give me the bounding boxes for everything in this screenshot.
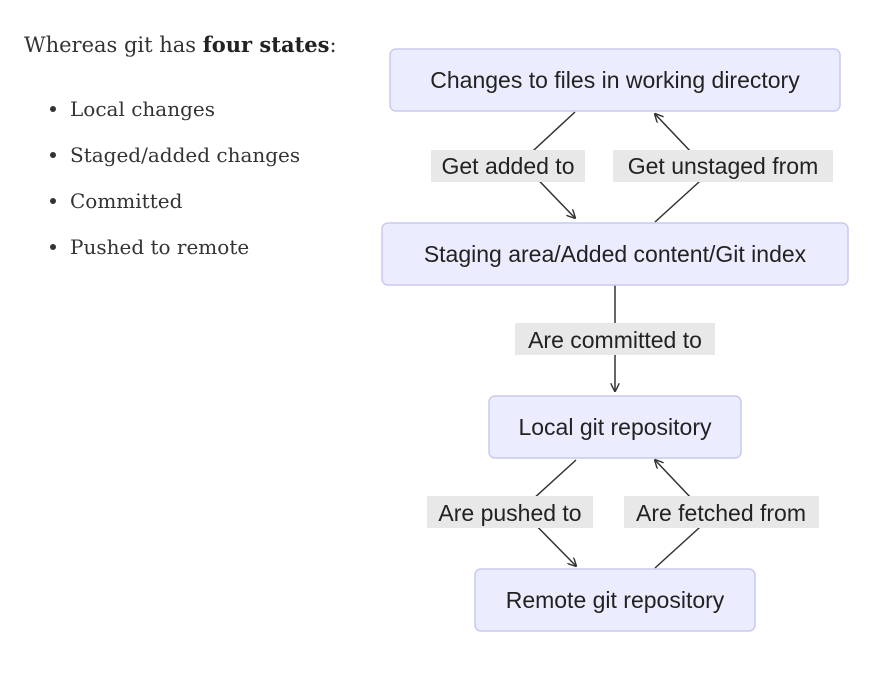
node-label: Changes to files in working directory bbox=[430, 67, 800, 93]
edge-get-added-to: Get added to bbox=[431, 111, 585, 218]
edge-get-unstaged-from: Get unstaged from bbox=[613, 114, 833, 223]
node-remote-repository: Remote git repository bbox=[474, 568, 756, 632]
node-staging-area: Staging area/Added content/Git index bbox=[381, 222, 849, 286]
node-label: Remote git repository bbox=[506, 587, 725, 613]
edge-label: Are fetched from bbox=[636, 500, 806, 526]
node-local-repository: Local git repository bbox=[488, 395, 742, 459]
edge-are-fetched-from: Are fetched from bbox=[624, 460, 819, 569]
edge-label: Get unstaged from bbox=[628, 153, 819, 179]
node-label: Local git repository bbox=[518, 414, 712, 440]
node-label: Staging area/Added content/Git index bbox=[424, 241, 807, 267]
edge-label: Get added to bbox=[442, 153, 575, 179]
edge-label: Are pushed to bbox=[438, 500, 581, 526]
edge-are-committed-to: Are committed to bbox=[515, 284, 715, 391]
git-states-flowchart: Get added to Get unstaged from Are commi… bbox=[381, 48, 849, 632]
edge-label: Are committed to bbox=[528, 327, 702, 353]
node-working-directory: Changes to files in working directory bbox=[389, 48, 841, 112]
edge-are-pushed-to: Are pushed to bbox=[427, 459, 593, 566]
